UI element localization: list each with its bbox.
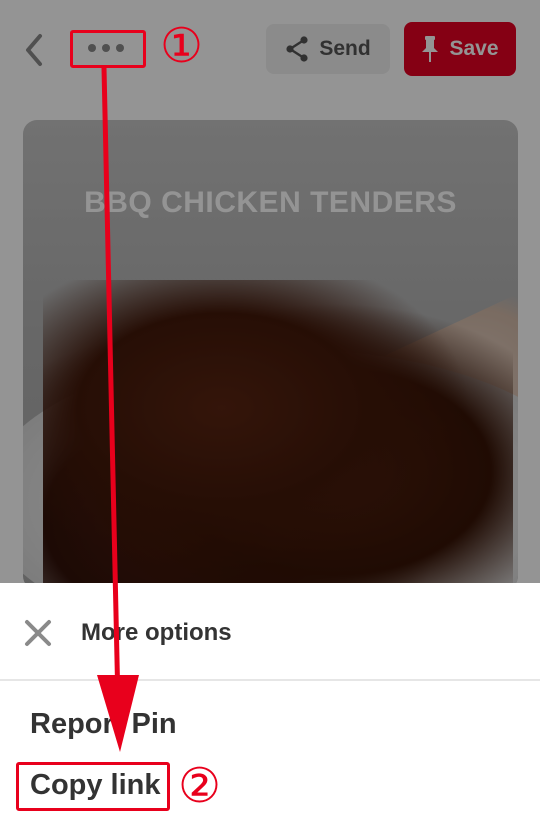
report-pin-option[interactable]: Report Pin [30, 708, 177, 741]
annotation-box-copy-link [16, 762, 170, 811]
close-button[interactable] [22, 617, 54, 649]
annotation-step-2: ② [178, 758, 222, 814]
sheet-title: More options [81, 619, 232, 646]
annotation-step-1: ① [160, 18, 204, 74]
close-icon [25, 620, 51, 646]
divider [0, 679, 540, 681]
annotation-box-more [70, 30, 146, 68]
modal-backdrop[interactable] [0, 0, 540, 583]
